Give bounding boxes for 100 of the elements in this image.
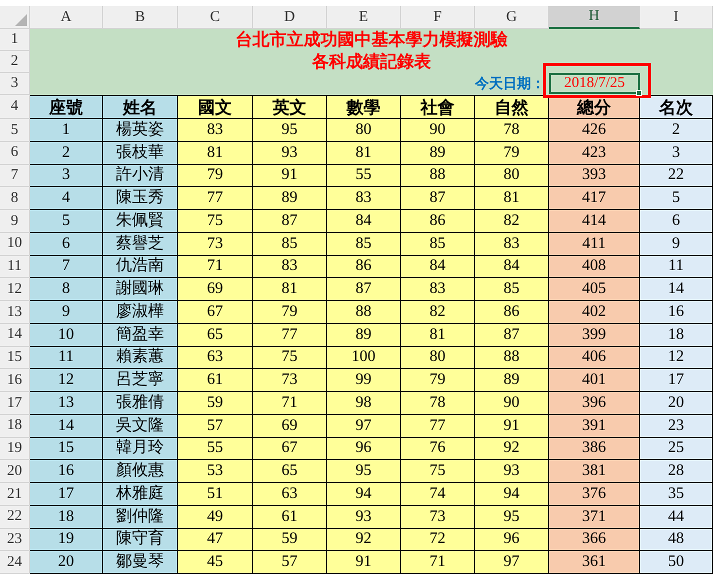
column-header[interactable]: A — [30, 6, 103, 29]
table-cell: 76 — [401, 438, 475, 460]
table-cell: 4 — [30, 187, 103, 210]
row-header[interactable]: 10 — [0, 232, 30, 256]
table-cell: 59 — [253, 528, 327, 552]
table-cell: 51 — [178, 483, 253, 506]
table-cell: 93 — [475, 460, 549, 483]
table-cell: 77 — [401, 414, 475, 438]
table-cell: 73 — [253, 369, 327, 392]
table-cell: 414 — [549, 210, 640, 233]
sheet-title: 各科成績記錄表 — [312, 51, 431, 74]
row-header[interactable]: 18 — [0, 414, 30, 438]
table-cell: 402 — [549, 301, 640, 324]
row-header[interactable]: 4 — [0, 95, 30, 119]
row-header[interactable]: 16 — [0, 369, 30, 392]
table-cell: 80 — [401, 346, 475, 370]
table-cell: 10 — [30, 324, 103, 346]
row-header[interactable]: 19 — [0, 438, 30, 460]
table-cell: 99 — [327, 369, 401, 392]
date-label: 今天日期： — [475, 75, 545, 94]
table-cell: 78 — [475, 119, 549, 142]
table-cell: 386 — [549, 438, 640, 460]
table-cell: 6 — [30, 232, 103, 256]
table-cell: 44 — [640, 506, 713, 528]
table-cell: 72 — [401, 528, 475, 552]
table-cell: 93 — [253, 142, 327, 164]
table-cell: 83 — [253, 256, 327, 278]
column-header[interactable]: B — [103, 6, 178, 29]
table-cell: 23 — [640, 414, 713, 438]
row-header[interactable]: 20 — [0, 460, 30, 483]
table-cell: 74 — [401, 483, 475, 506]
table-cell: 88 — [401, 164, 475, 188]
table-cell: 19 — [30, 528, 103, 552]
row-header[interactable]: 21 — [0, 483, 30, 506]
table-cell: 88 — [327, 301, 401, 324]
row-header[interactable]: 23 — [0, 528, 30, 552]
column-header[interactable]: C — [178, 6, 253, 29]
table-cell: 91 — [475, 414, 549, 438]
row-header[interactable]: 3 — [0, 73, 30, 95]
table-cell: 55 — [178, 438, 253, 460]
table-cell: 97 — [475, 551, 549, 574]
table-cell: 87 — [253, 210, 327, 233]
table-cell: 57 — [178, 414, 253, 438]
fill-handle[interactable] — [636, 90, 642, 96]
table-cell: 95 — [253, 119, 327, 142]
table-cell: 69 — [253, 414, 327, 438]
table-cell: 82 — [475, 210, 549, 233]
column-header[interactable]: H — [549, 6, 640, 29]
column-header[interactable]: F — [401, 6, 475, 29]
table-cell: 84 — [401, 256, 475, 278]
row-header[interactable]: 5 — [0, 119, 30, 142]
table-cell: 87 — [401, 187, 475, 210]
table-cell: 12 — [640, 346, 713, 370]
table-cell: 89 — [253, 187, 327, 210]
table-cell: 13 — [30, 392, 103, 415]
table-cell: 50 — [640, 551, 713, 574]
table-cell: 94 — [475, 483, 549, 506]
table-cell: 89 — [401, 142, 475, 164]
row-header[interactable]: 8 — [0, 187, 30, 210]
table-cell: 63 — [253, 483, 327, 506]
table-cell: 蔡譽芝 — [103, 232, 178, 256]
table-cell: 85 — [253, 232, 327, 256]
table-cell: 85 — [475, 278, 549, 301]
row-header[interactable]: 2 — [0, 51, 30, 73]
row-header[interactable]: 1 — [0, 29, 30, 51]
column-header[interactable]: G — [475, 6, 549, 29]
table-cell: 57 — [253, 551, 327, 574]
row-header[interactable]: 13 — [0, 301, 30, 324]
table-cell: 45 — [178, 551, 253, 574]
table-cell: 20 — [30, 551, 103, 574]
table-cell: 陳玉秀 — [103, 187, 178, 210]
row-header[interactable]: 15 — [0, 346, 30, 370]
table-cell: 78 — [401, 392, 475, 415]
table-cell: 67 — [178, 301, 253, 324]
column-header[interactable]: E — [327, 6, 401, 29]
row-header[interactable]: 24 — [0, 551, 30, 574]
table-cell: 80 — [327, 119, 401, 142]
row-header[interactable]: 9 — [0, 210, 30, 233]
row-header[interactable]: 22 — [0, 506, 30, 528]
table-cell: 405 — [549, 278, 640, 301]
table-cell: 47 — [178, 528, 253, 552]
row-header[interactable]: 17 — [0, 392, 30, 415]
row-header[interactable]: 12 — [0, 278, 30, 301]
table-cell: 15 — [30, 438, 103, 460]
table-cell: 81 — [253, 278, 327, 301]
row-header[interactable]: 6 — [0, 142, 30, 164]
table-cell: 93 — [327, 506, 401, 528]
row-header[interactable]: 11 — [0, 256, 30, 278]
row-header[interactable]: 14 — [0, 324, 30, 346]
table-cell: 79 — [475, 142, 549, 164]
table-cell: 9 — [640, 232, 713, 256]
column-heading: 名次 — [640, 95, 713, 119]
row-header[interactable]: 7 — [0, 164, 30, 188]
column-header[interactable]: I — [640, 6, 713, 29]
table-cell: 85 — [327, 232, 401, 256]
table-cell: 16 — [30, 460, 103, 483]
table-cell: 83 — [401, 278, 475, 301]
table-cell: 81 — [475, 187, 549, 210]
column-header[interactable]: D — [253, 6, 327, 29]
table-cell: 83 — [327, 187, 401, 210]
